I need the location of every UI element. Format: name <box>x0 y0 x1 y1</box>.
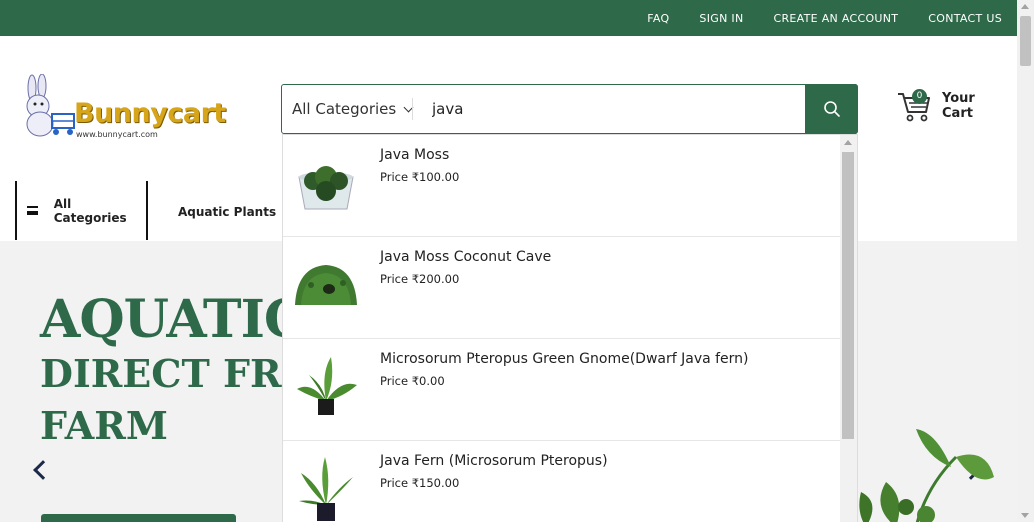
search-suggestions: Java Moss Price ₹100.00 Java Moss Coconu… <box>282 134 858 522</box>
suggestion-name: Java Fern (Microsorum Pteropus) <box>380 453 608 469</box>
scroll-down-icon[interactable] <box>1021 513 1029 518</box>
logo-url-text: www.bunnycart.com <box>76 130 158 139</box>
hamburger-icon <box>27 206 38 215</box>
plant-illustration <box>859 429 994 522</box>
coconut-cave-thumbnail <box>295 265 357 305</box>
suggestion-item[interactable]: Microsorum Pteropus Green Gnome(Dwarf Ja… <box>283 339 841 441</box>
logo-brand-text: Bunnycart <box>74 98 226 129</box>
suggestion-price: Price ₹100.00 <box>380 170 460 184</box>
scroll-up-icon[interactable] <box>844 140 852 145</box>
suggestion-price: Price ₹0.00 <box>380 374 445 388</box>
java-fern-thumbnail <box>299 457 353 521</box>
hero-title-line-1: AQUATIC <box>40 289 305 350</box>
category-select-label: All Categories <box>292 100 397 118</box>
cart-label: Your Cart <box>942 91 975 121</box>
green-gnome-thumbnail <box>297 357 357 415</box>
cart-count-badge: 0 <box>912 89 927 104</box>
suggestion-name: Microsorum Pteropus Green Gnome(Dwarf Ja… <box>380 351 749 367</box>
search-bar: All Categories <box>281 84 858 134</box>
search-divider <box>412 98 413 120</box>
hero-cta-button[interactable] <box>41 514 236 522</box>
search-button[interactable] <box>805 84 858 134</box>
java-moss-thumbnail <box>298 166 354 210</box>
bunny-mascot-icon <box>26 74 75 137</box>
suggestion-item[interactable]: Java Fern (Microsorum Pteropus) Price ₹1… <box>283 441 841 522</box>
sign-in-link[interactable]: SIGN IN <box>699 12 743 25</box>
carousel-prev-icon[interactable] <box>33 460 53 480</box>
all-categories-label: All Categories <box>53 196 127 225</box>
suggestion-name: Java Moss <box>380 147 450 163</box>
hero-title-line-2: DIRECT FRO <box>40 351 315 396</box>
faq-link[interactable]: FAQ <box>647 12 669 25</box>
page-scrollbar[interactable] <box>1017 0 1034 522</box>
hero-title-line-3: FARM <box>40 403 168 448</box>
scroll-up-icon[interactable] <box>1021 4 1029 9</box>
suggestions-scrollbar[interactable] <box>840 135 857 522</box>
top-bar: FAQ SIGN IN CREATE AN ACCOUNT CONTACT US <box>0 0 1017 36</box>
create-account-link[interactable]: CREATE AN ACCOUNT <box>773 12 898 25</box>
suggestion-price: Price ₹150.00 <box>380 476 460 490</box>
category-select[interactable]: All Categories <box>292 85 414 133</box>
cart-link[interactable]: 0 Your Cart <box>896 86 1006 126</box>
suggestions-scrollbar-thumb[interactable] <box>842 152 854 439</box>
contact-us-link[interactable]: CONTACT US <box>928 12 1002 25</box>
search-input[interactable] <box>432 85 792 133</box>
search-icon <box>823 101 840 117</box>
site-logo[interactable]: Bunnycart www.bunnycart.com <box>18 74 228 144</box>
nav-item-aquatic-plants[interactable]: Aquatic Plants <box>178 205 276 219</box>
suggestion-name: Java Moss Coconut Cave <box>380 249 552 265</box>
scrollbar-thumb[interactable] <box>1020 16 1031 66</box>
suggestion-price: Price ₹200.00 <box>380 272 460 286</box>
top-links: FAQ SIGN IN CREATE AN ACCOUNT CONTACT US <box>617 0 1002 36</box>
suggestion-item[interactable]: Java Moss Coconut Cave Price ₹200.00 <box>283 237 841 339</box>
suggestion-item[interactable]: Java Moss Price ₹100.00 <box>283 135 841 237</box>
all-categories-menu[interactable]: All Categories <box>15 181 148 240</box>
